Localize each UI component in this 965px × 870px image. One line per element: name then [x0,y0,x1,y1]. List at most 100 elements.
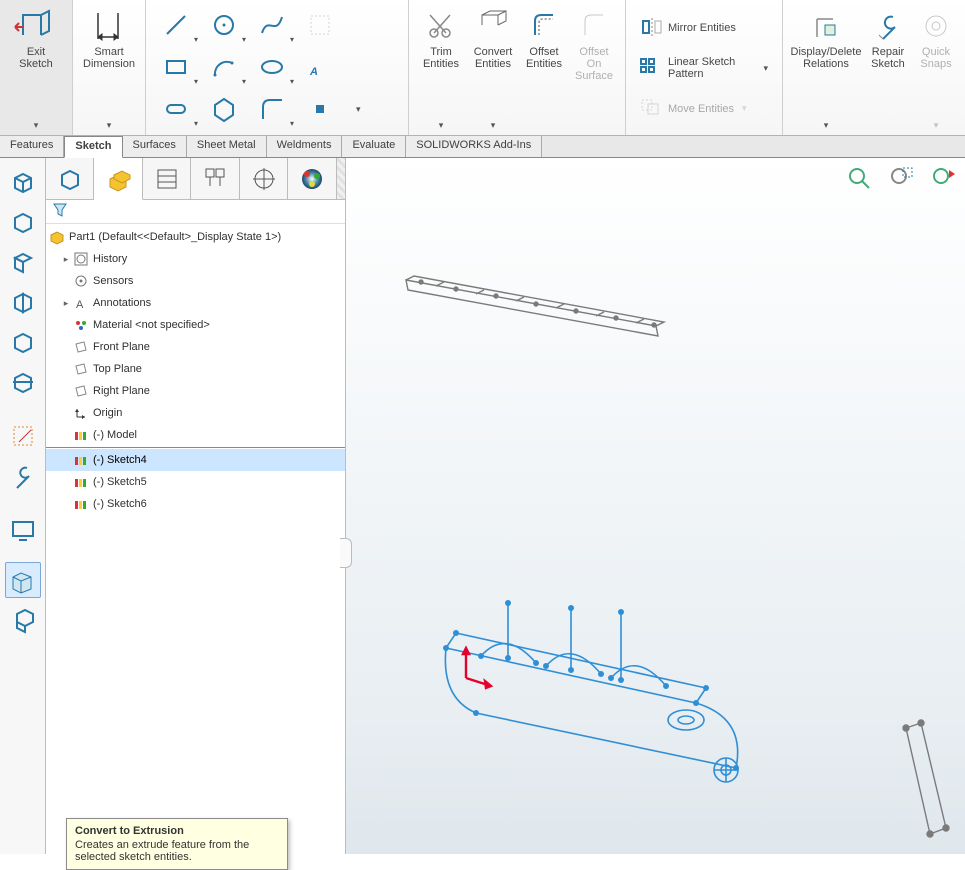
circle-tool[interactable]: ▾ [200,4,248,46]
tree-annotations[interactable]: ▸ A Annotations [46,292,345,314]
convert-label: Convert Entities [474,46,513,70]
line-tool[interactable]: ▾ [152,4,200,46]
tab-features[interactable]: Features [0,136,64,157]
repair-label: Repair Sketch [871,46,905,70]
convert-icon [475,8,511,44]
tree-model[interactable]: (-) Model [46,424,345,446]
tree-material[interactable]: Material <not specified> [46,314,345,336]
strip-right-icon[interactable] [5,324,41,360]
exit-sketch-button[interactable]: Exit Sketch ▾ [6,4,66,133]
offset-surface-label: Offset On Surface [575,46,613,82]
tab-surfaces[interactable]: Surfaces [123,136,187,157]
tree-sketch4[interactable]: (-) Sketch4 [46,449,345,471]
repair-sketch-button[interactable]: Repair Sketch [863,4,913,133]
display-relations-button[interactable]: Display/Delete Relations ▾ [789,4,863,133]
linear-pattern-button[interactable]: Linear Sketch Pattern ▾ [640,53,768,83]
strip-section-icon[interactable] [5,364,41,400]
strip-extrude-icon[interactable] [5,562,41,598]
strip-revolve-icon[interactable] [5,602,41,638]
chevron-down-icon: ▾ [290,77,294,86]
tree-front-plane[interactable]: Front Plane [46,336,345,358]
tree-sketch5[interactable]: (-) Sketch5 [46,471,345,493]
expander-icon[interactable]: ▸ [60,254,72,265]
model-label: (-) Model [93,429,137,441]
strip-back-icon[interactable] [5,244,41,280]
panel-tab-dimxpert-icon[interactable] [240,158,288,199]
panel-tab-property-icon[interactable] [143,158,191,199]
move-label: Move Entities [668,103,734,115]
strip-sketch-icon[interactable] [5,418,41,454]
left-strip [0,158,46,854]
trim-entities-button[interactable]: Trim Entities ▾ [415,4,467,133]
tree-sketch6[interactable]: (-) Sketch6 [46,493,345,515]
strip-monitor-icon[interactable] [5,512,41,548]
fillet-tool[interactable]: ▾ [248,88,296,130]
convert-entities-button[interactable]: Convert Entities ▾ [467,4,519,133]
tab-sketch[interactable]: Sketch [64,136,122,158]
text-tool[interactable]: A [296,46,344,88]
panel-tab-config-icon[interactable] [191,158,239,199]
tab-evaluate[interactable]: Evaluate [342,136,406,157]
arc-tool[interactable]: ▾ [200,46,248,88]
sketch6-label: (-) Sketch6 [93,498,147,510]
offset-entities-button[interactable]: Offset Entities [519,4,569,133]
tree-sensors[interactable]: Sensors [46,270,345,292]
viewport[interactable] [346,158,965,854]
polygon-tool[interactable] [200,88,248,130]
panel-tab-appearance-icon[interactable] [288,158,336,199]
right-plane-label: Right Plane [93,385,150,397]
sketch4-label: (-) Sketch4 [93,454,147,466]
exit-sketch-label: Exit Sketch [19,46,53,70]
ghost-tool-1 [296,4,344,46]
sketch-icon [72,426,90,444]
front-plane-label: Front Plane [93,341,150,353]
chevron-down-icon: ▾ [742,103,747,114]
tab-addins[interactable]: SOLIDWORKS Add-Ins [406,136,542,157]
strip-iso-icon[interactable] [5,164,41,200]
panel-tab-assembly-icon[interactable] [46,158,94,199]
group-smart-dimension: Smart Dimension ▾ [73,0,146,135]
chevron-down-icon: ▾ [290,119,294,128]
filter-row [46,200,345,224]
mirror-entities-button[interactable]: Mirror Entities [640,13,768,43]
tooltip: Convert to Extrusion Creates an extrude … [66,818,288,870]
tree-top-plane[interactable]: Top Plane [46,358,345,380]
tree-root[interactable]: Part1 (Default<<Default>_Display State 1… [46,226,345,248]
splitter-handle[interactable] [340,538,352,568]
move-icon [640,98,664,119]
origin-icon [72,404,90,422]
mirror-label: Mirror Entities [668,22,736,34]
chevron-down-icon: ▾ [824,120,829,131]
ribbon: Exit Sketch ▾ Smart Dimension ▾ ▾ ▾ ▾ ▾ … [0,0,965,136]
offset-icon [526,8,562,44]
panel-tab-overflow[interactable] [337,158,345,199]
tree-history[interactable]: ▸ History [46,248,345,270]
group-sketch-tools: ▾ ▾ ▾ ▾ ▾ ▾ A ▾ ▾ ▾ [146,0,409,135]
group-relations: Display/Delete Relations ▾ Repair Sketch… [783,0,965,135]
group-3-dropdown[interactable]: ▾ [344,88,400,130]
plane-icon [72,360,90,378]
tab-weldments[interactable]: Weldments [267,136,343,157]
slot-tool[interactable]: ▾ [152,88,200,130]
strip-wrench-icon[interactable] [5,458,41,494]
relations-icon [808,8,844,44]
svg-text:A: A [309,66,318,78]
panel-tab-feature-icon[interactable] [94,158,142,200]
linear-pattern-icon [640,58,664,79]
expander-icon[interactable]: ▸ [60,298,72,309]
strip-front-icon[interactable] [5,204,41,240]
feature-panel: Part1 (Default<<Default>_Display State 1… [46,158,346,854]
spline-tool[interactable]: ▾ [248,4,296,46]
panel-tabs [46,158,345,200]
filter-icon[interactable] [52,202,68,221]
strip-left-icon[interactable] [5,284,41,320]
smart-dimension-button[interactable]: Smart Dimension ▾ [79,4,139,133]
tree-origin[interactable]: Origin [46,402,345,424]
tree-right-plane[interactable]: Right Plane [46,380,345,402]
rectangle-tool[interactable]: ▾ [152,46,200,88]
point-tool[interactable] [296,88,344,130]
trim-label: Trim Entities [423,46,459,70]
chevron-down-icon: ▾ [194,35,198,44]
ellipse-tool[interactable]: ▾ [248,46,296,88]
tab-sheet-metal[interactable]: Sheet Metal [187,136,267,157]
